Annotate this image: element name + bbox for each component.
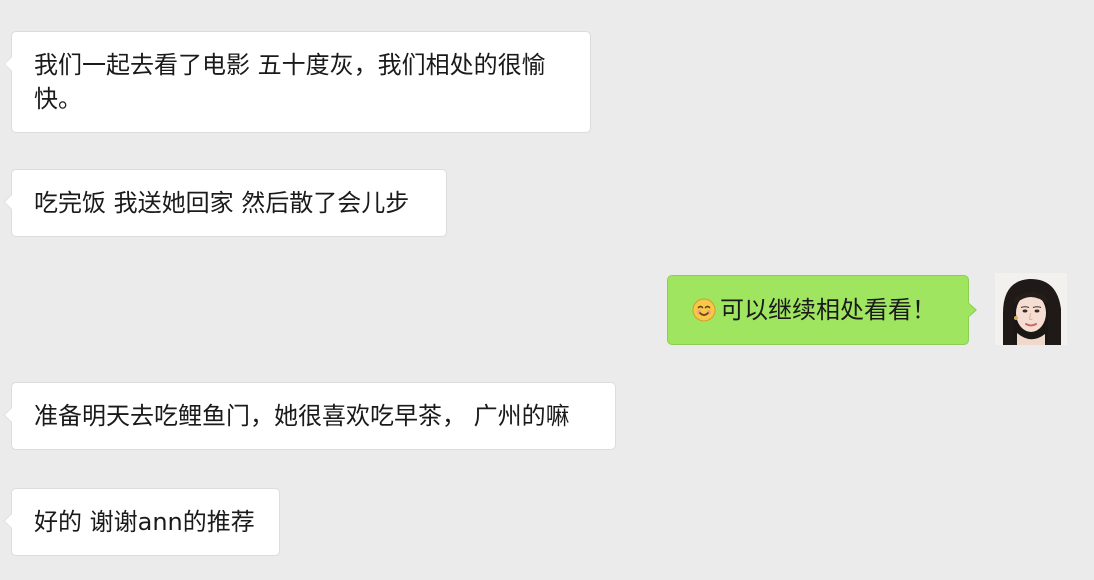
- message-bubble-incoming[interactable]: 准备明天去吃鲤鱼门，她很喜欢吃早茶， 广州的嘛: [4, 382, 616, 450]
- message-text: 我们一起去看了电影 五十度灰，我们相处的很愉快。: [34, 51, 546, 113]
- message-bubble-incoming[interactable]: 吃完饭 我送她回家 然后散了会儿步: [4, 169, 447, 237]
- smiling-face-emoji-icon: [692, 297, 716, 322]
- message-bubble-outgoing[interactable]: 可以继续相处看看！: [667, 275, 977, 345]
- user-avatar-photo-icon: [995, 273, 1067, 345]
- message-text: 准备明天去吃鲤鱼门，她很喜欢吃早茶， 广州的嘛: [34, 402, 570, 430]
- message-bubble-incoming[interactable]: 我们一起去看了电影 五十度灰，我们相处的很愉快。: [4, 31, 591, 133]
- avatar[interactable]: [995, 273, 1067, 345]
- message-text: 可以继续相处看看！: [720, 296, 936, 324]
- message-bubble-incoming[interactable]: 好的 谢谢ann的推荐: [4, 488, 280, 556]
- message-text: 吃完饭 我送她回家 然后散了会儿步: [34, 189, 410, 217]
- chat-area: 我们一起去看了电影 五十度灰，我们相处的很愉快。 吃完饭 我送她回家 然后散了会…: [0, 0, 1094, 580]
- message-text: 好的 谢谢ann的推荐: [34, 508, 255, 536]
